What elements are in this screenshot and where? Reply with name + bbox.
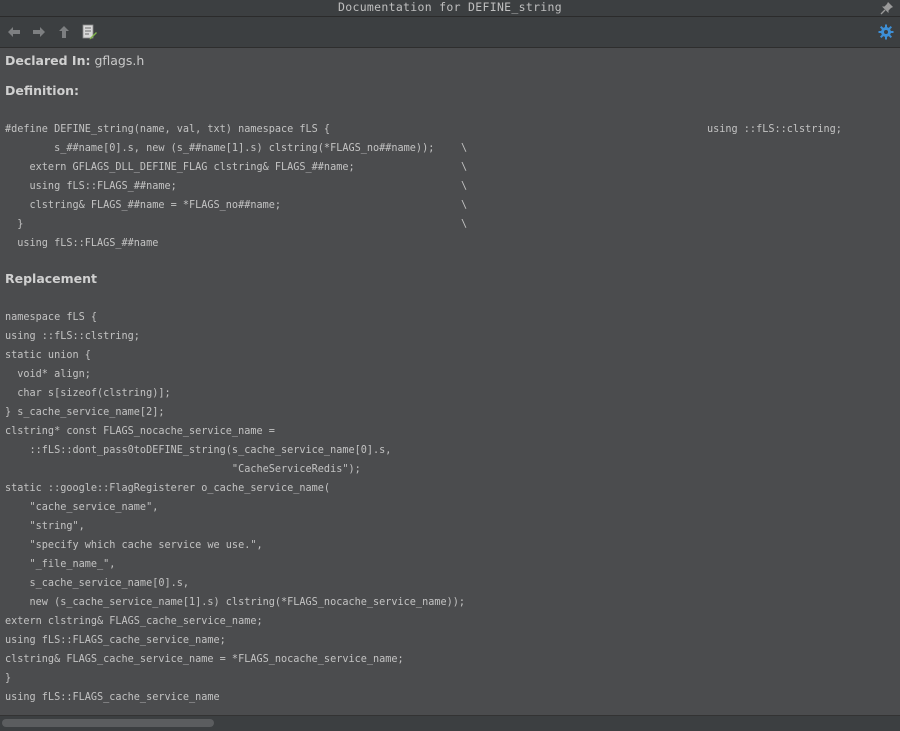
replacement-code-line: "specify which cache service we use.", [5,540,263,551]
scrollbar-thumb[interactable] [2,719,214,727]
definition-heading: Definition: [5,83,80,98]
horizontal-scrollbar[interactable] [0,715,900,731]
replacement-code-line: extern clstring& FLAGS_cache_service_nam… [5,616,263,627]
replacement-code-line: new (s_cache_service_name[1].s) clstring… [5,597,466,608]
doc-toolbar [0,17,900,48]
replacement-code-line: "_file_name_", [5,559,116,570]
arrow-up-icon [59,26,69,38]
declared-in: Declared In: gflags.h [5,53,144,68]
replacement-heading: Replacement [5,271,98,286]
replacement-code-line: void* align; [5,369,91,380]
definition-code-line: extern GFLAGS_DLL_DEFINE_FLAG clstring& … [5,162,355,173]
line-continuation: \ [461,181,468,192]
replacement-code-line: using ::fLS::clstring; [5,331,140,342]
declared-in-file: gflags.h [94,53,145,68]
definition-code-line: clstring& FLAGS_##name = *FLAGS_no##name… [5,200,282,211]
back-button[interactable] [5,23,23,41]
documentation-pane: Declared In: gflags.h Definition: #defin… [0,48,900,715]
line-continuation: \ [461,143,468,154]
replacement-code-line: static ::google::FlagRegisterer o_cache_… [5,483,331,494]
pin-icon[interactable] [880,1,894,15]
up-button[interactable] [55,23,73,41]
replacement-code-line: using fLS::FLAGS_cache_service_name; [5,635,226,646]
line-continuation: \ [461,200,468,211]
replacement-code-line: namespace fLS { [5,312,98,323]
arrow-right-icon [33,27,45,37]
replacement-code-line: ::fLS::dont_pass0toDEFINE_string(s_cache… [5,445,392,456]
definition-code-line: using fLS::FLAGS_##name [5,238,159,249]
replacement-code-line: clstring* const FLAGS_nocache_service_na… [5,426,275,437]
replacement-code-line: "string", [5,521,85,532]
definition-code-line: } [5,219,24,230]
declared-in-label: Declared In: [5,53,91,68]
definition-trailing-text: using ::fLS::clstring; [707,124,842,135]
edit-source-button[interactable] [80,23,98,41]
replacement-code-line: } s_cache_service_name[2]; [5,407,165,418]
definition-code: #define DEFINE_string(name, val, txt) na… [5,120,434,253]
replacement-code-line: s_cache_service_name[0].s, [5,578,190,589]
definition-code-line: s_##name[0].s, new (s_##name[1].s) clstr… [5,143,435,154]
replacement-code-line: static union { [5,350,91,361]
arrow-left-icon [8,27,20,37]
forward-button[interactable] [30,23,48,41]
settings-button[interactable] [877,23,895,41]
edit-source-icon [82,24,97,40]
replacement-code-line: char s[sizeof(clstring)]; [5,388,171,399]
window-title: Documentation for DEFINE_string [338,0,562,14]
line-continuation: \ [461,219,468,230]
definition-continuations: \ \ \ \ \ [461,139,467,234]
replacement-code: namespace fLS {using ::fLS::clstring;sta… [5,308,465,707]
replacement-code-line: using fLS::FLAGS_cache_service_name [5,692,220,703]
replacement-code-line: } [5,673,12,684]
definition-code-line: using fLS::FLAGS_##name; [5,181,177,192]
definition-code-line: #define DEFINE_string(name, val, txt) na… [5,124,331,135]
line-continuation: \ [461,162,468,173]
replacement-code-line: "cache_service_name", [5,502,159,513]
replacement-code-line: clstring& FLAGS_cache_service_name = *FL… [5,654,404,665]
gear-icon [878,24,894,40]
window-titlebar: Documentation for DEFINE_string [0,0,900,17]
replacement-code-line: "CacheServiceRedis"); [5,464,361,475]
